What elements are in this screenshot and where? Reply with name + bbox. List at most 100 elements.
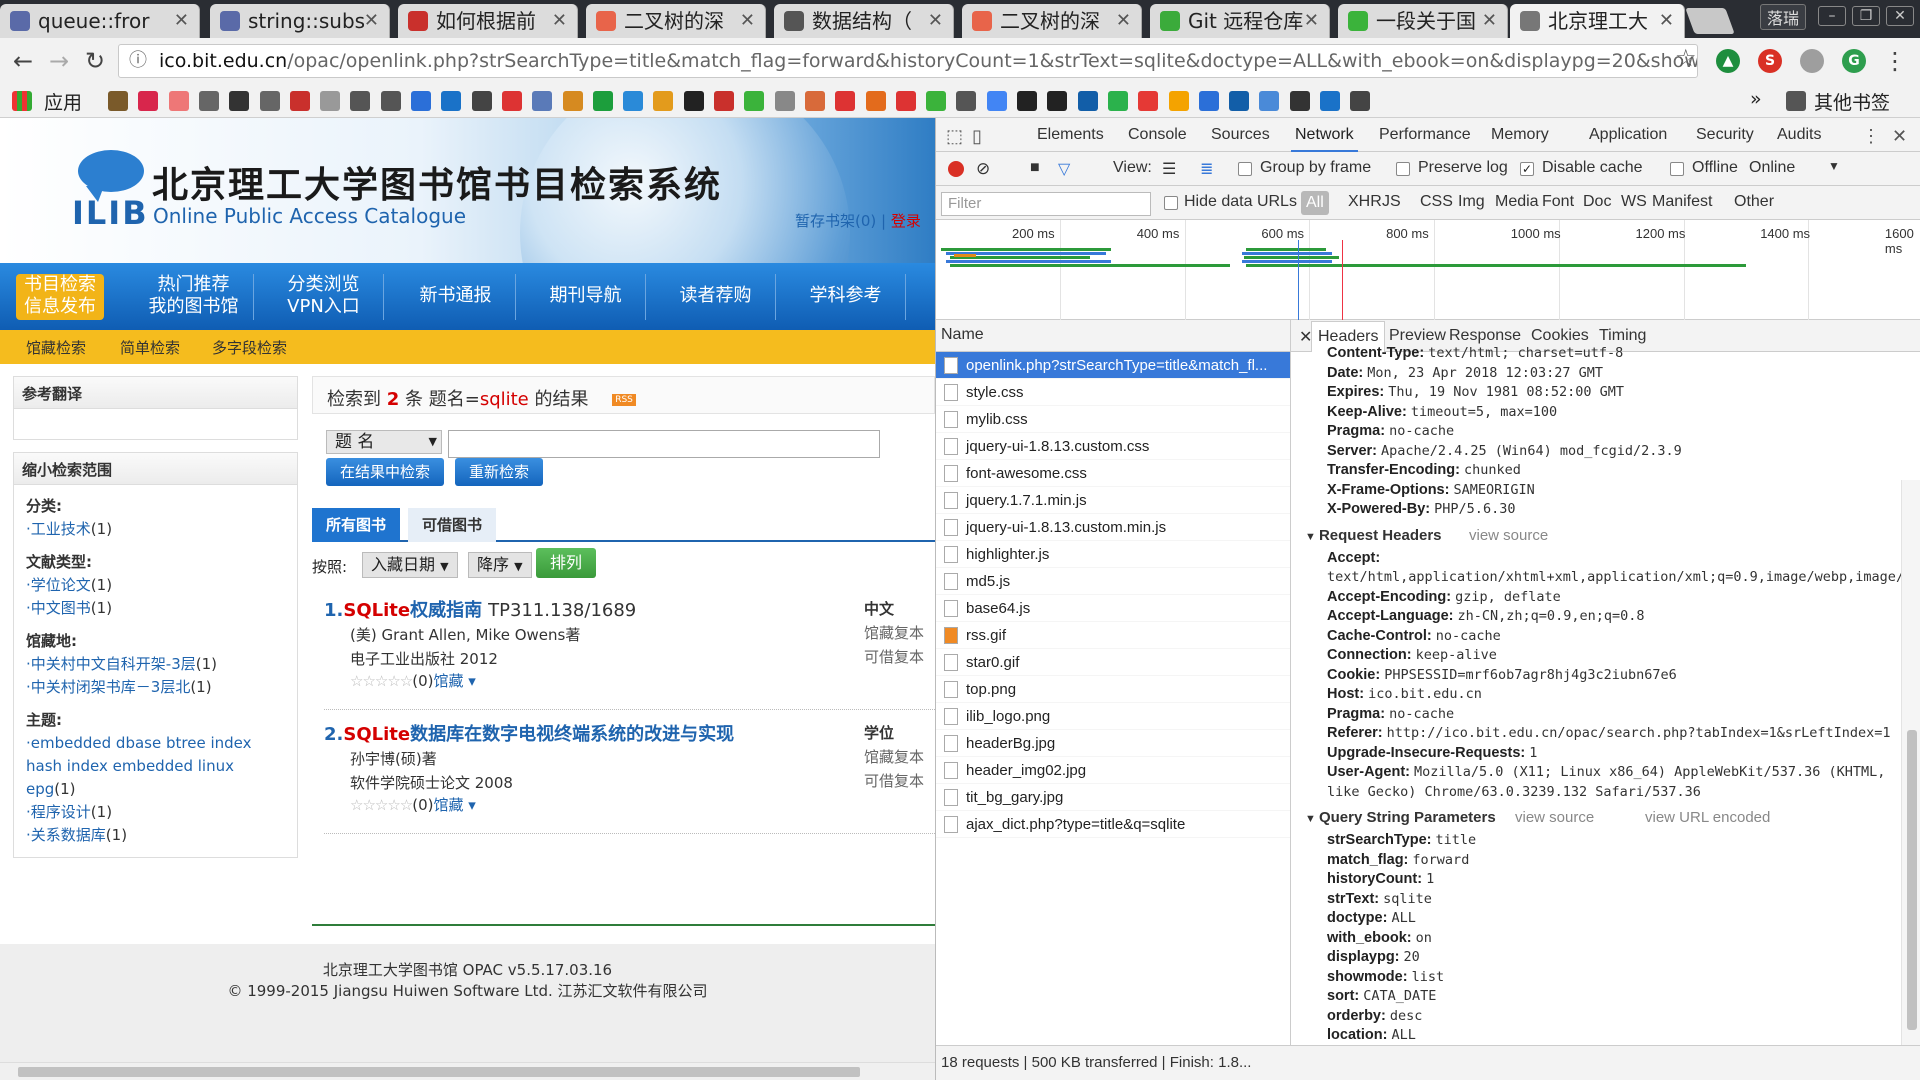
- request-row[interactable]: jquery-ui-1.8.13.custom.min.js: [936, 514, 1290, 541]
- bookmark-favicon-icon[interactable]: [623, 91, 644, 111]
- chrome-menu-icon[interactable]: ⋮: [1880, 46, 1910, 76]
- type-filter-all[interactable]: All: [1301, 191, 1329, 215]
- sort-field-select[interactable]: 入藏日期 ▼: [362, 552, 458, 578]
- window-user-badge[interactable]: 落瑞: [1760, 4, 1807, 30]
- request-row[interactable]: star0.gif: [936, 649, 1290, 676]
- type-filter-css[interactable]: CSS: [1420, 193, 1453, 211]
- throttling-select[interactable]: Online: [1749, 159, 1795, 177]
- bookmark-favicon-icon[interactable]: [1289, 91, 1310, 111]
- facet-link[interactable]: 程序设计: [31, 803, 91, 821]
- apps-grid-icon[interactable]: [12, 91, 32, 111]
- facet-link[interactable]: 中关村中文自科开架-3层: [31, 655, 196, 673]
- request-row[interactable]: ajax_dict.php?type=title&q=sqlite: [936, 811, 1290, 838]
- devtools-close-icon[interactable]: ✕: [1892, 126, 1907, 147]
- bookmark-favicon-icon[interactable]: [835, 91, 856, 111]
- bookmark-favicon-icon[interactable]: [259, 91, 280, 111]
- detail-tab-cookies[interactable]: Cookies: [1531, 327, 1589, 345]
- rss-icon[interactable]: RSS: [612, 394, 636, 406]
- type-filter-ws[interactable]: WS: [1621, 193, 1647, 211]
- browser-tab[interactable]: string::subs ✕: [210, 4, 390, 38]
- bookmark-favicon-icon[interactable]: [1107, 91, 1128, 111]
- record-icon[interactable]: [948, 161, 964, 177]
- type-filter-other[interactable]: Other: [1734, 193, 1774, 211]
- forward-icon[interactable]: →: [44, 46, 74, 76]
- view-source-link[interactable]: view source: [1515, 806, 1594, 830]
- bookmark-favicon-icon[interactable]: [562, 91, 583, 111]
- holdings-link[interactable]: 馆藏: [434, 796, 464, 814]
- bookmark-favicon-icon[interactable]: [1259, 91, 1280, 111]
- bookmark-favicon-icon[interactable]: [471, 91, 492, 111]
- devtools-tab-console[interactable]: Console: [1128, 126, 1187, 144]
- browser-tab[interactable]: 如何根据前 ✕: [398, 4, 578, 38]
- tab-close-icon[interactable]: ✕: [364, 4, 379, 38]
- tab-close-icon[interactable]: ✕: [1482, 4, 1497, 38]
- bookmark-favicon-icon[interactable]: [168, 91, 189, 111]
- request-row[interactable]: jquery-ui-1.8.13.custom.css: [936, 433, 1290, 460]
- bookmark-favicon-icon[interactable]: [926, 91, 947, 111]
- browser-tab[interactable]: 数据结构（ ✕: [774, 4, 954, 38]
- request-row[interactable]: ilib_logo.png: [936, 703, 1290, 730]
- tab-all-books[interactable]: 所有图书: [312, 508, 401, 542]
- restore-icon[interactable]: ❐: [1852, 6, 1880, 26]
- type-filter-js[interactable]: JS: [1382, 193, 1401, 211]
- record-title[interactable]: 1.SQLite权威指南 TP311.138/1689: [324, 596, 636, 622]
- bookmark-favicon-icon[interactable]: [350, 91, 371, 111]
- subnav-item[interactable]: 馆藏检索: [26, 337, 86, 358]
- bookmarks-overflow[interactable]: »: [1750, 88, 1762, 110]
- grey-extension-icon[interactable]: [1800, 49, 1824, 73]
- nav-item[interactable]: 书目检索 信息发布: [16, 274, 104, 320]
- bookmark-favicon-icon[interactable]: [804, 91, 825, 111]
- bookmark-favicon-icon[interactable]: [774, 91, 795, 111]
- tab-close-icon[interactable]: ✕: [174, 4, 189, 38]
- browser-tab[interactable]: 北京理工大 ✕: [1510, 4, 1685, 38]
- devtools-tab-network[interactable]: Network: [1291, 126, 1358, 152]
- bookmark-favicon-icon[interactable]: [198, 91, 219, 111]
- request-row[interactable]: headerBg.jpg: [936, 730, 1290, 757]
- sort-button[interactable]: 排列: [536, 548, 596, 578]
- devtools-menu-icon[interactable]: ⋮: [1862, 126, 1880, 147]
- bookmark-favicon-icon[interactable]: [229, 91, 250, 111]
- view-source-link[interactable]: view URL encoded: [1645, 806, 1770, 830]
- tab-close-icon[interactable]: ✕: [1659, 4, 1674, 38]
- bookmark-favicon-icon[interactable]: [1350, 91, 1371, 111]
- request-row[interactable]: rss.gif: [936, 622, 1290, 649]
- tab-close-icon[interactable]: ✕: [740, 4, 755, 38]
- name-column-header[interactable]: Name: [936, 320, 1290, 352]
- hide-data-urls-checkbox[interactable]: [1164, 196, 1178, 210]
- devtools-tab-memory[interactable]: Memory: [1491, 126, 1549, 144]
- bookmark-favicon-icon[interactable]: [865, 91, 886, 111]
- minimize-icon[interactable]: –: [1818, 6, 1846, 26]
- devtools-tab-application[interactable]: Application: [1589, 126, 1667, 144]
- clear-icon[interactable]: ⊘: [976, 159, 990, 179]
- nav-item[interactable]: 新书通报: [396, 274, 516, 320]
- request-row[interactable]: jquery.1.7.1.min.js: [936, 487, 1290, 514]
- group-by-frame-checkbox[interactable]: [1238, 162, 1252, 176]
- bookmark-favicon-icon[interactable]: [653, 91, 674, 111]
- screenshot-icon[interactable]: ■: [1030, 159, 1040, 177]
- bookmark-favicon-icon[interactable]: [986, 91, 1007, 111]
- browser-tab[interactable]: 二叉树的深 ✕: [962, 4, 1142, 38]
- bookmark-favicon-icon[interactable]: [1168, 91, 1189, 111]
- type-filter-img[interactable]: Img: [1458, 193, 1485, 211]
- view-source-link[interactable]: view source: [1469, 524, 1548, 548]
- bookmark-favicon-icon[interactable]: [320, 91, 341, 111]
- request-row[interactable]: base64.js: [936, 595, 1290, 622]
- bookmark-apps[interactable]: 应用: [44, 88, 82, 115]
- bookmark-favicon-icon[interactable]: [683, 91, 704, 111]
- window-close-icon[interactable]: ✕: [1886, 6, 1914, 26]
- google-drive-extension-icon[interactable]: ▲: [1716, 49, 1740, 73]
- new-tab-button[interactable]: [1685, 8, 1735, 34]
- device-toolbar-icon[interactable]: ▯: [972, 126, 982, 147]
- request-row[interactable]: font-awesome.css: [936, 460, 1290, 487]
- detail-scrollbar[interactable]: [1901, 480, 1920, 1045]
- bookmark-favicon-icon[interactable]: [1198, 91, 1219, 111]
- bookmark-favicon-icon[interactable]: [138, 91, 159, 111]
- preserve-log-checkbox[interactable]: [1396, 162, 1410, 176]
- browser-tab[interactable]: 一段关于国 ✕: [1338, 4, 1508, 38]
- address-bar[interactable]: ⓘ ico.bit.edu.cn/opac/openlink.php?strSe…: [118, 44, 1698, 78]
- back-icon[interactable]: ←: [8, 46, 38, 76]
- bookmark-favicon-icon[interactable]: [895, 91, 916, 111]
- request-row[interactable]: header_img02.jpg: [936, 757, 1290, 784]
- disable-cache-checkbox[interactable]: ✓: [1520, 162, 1534, 176]
- bookmark-favicon-icon[interactable]: [1320, 91, 1340, 111]
